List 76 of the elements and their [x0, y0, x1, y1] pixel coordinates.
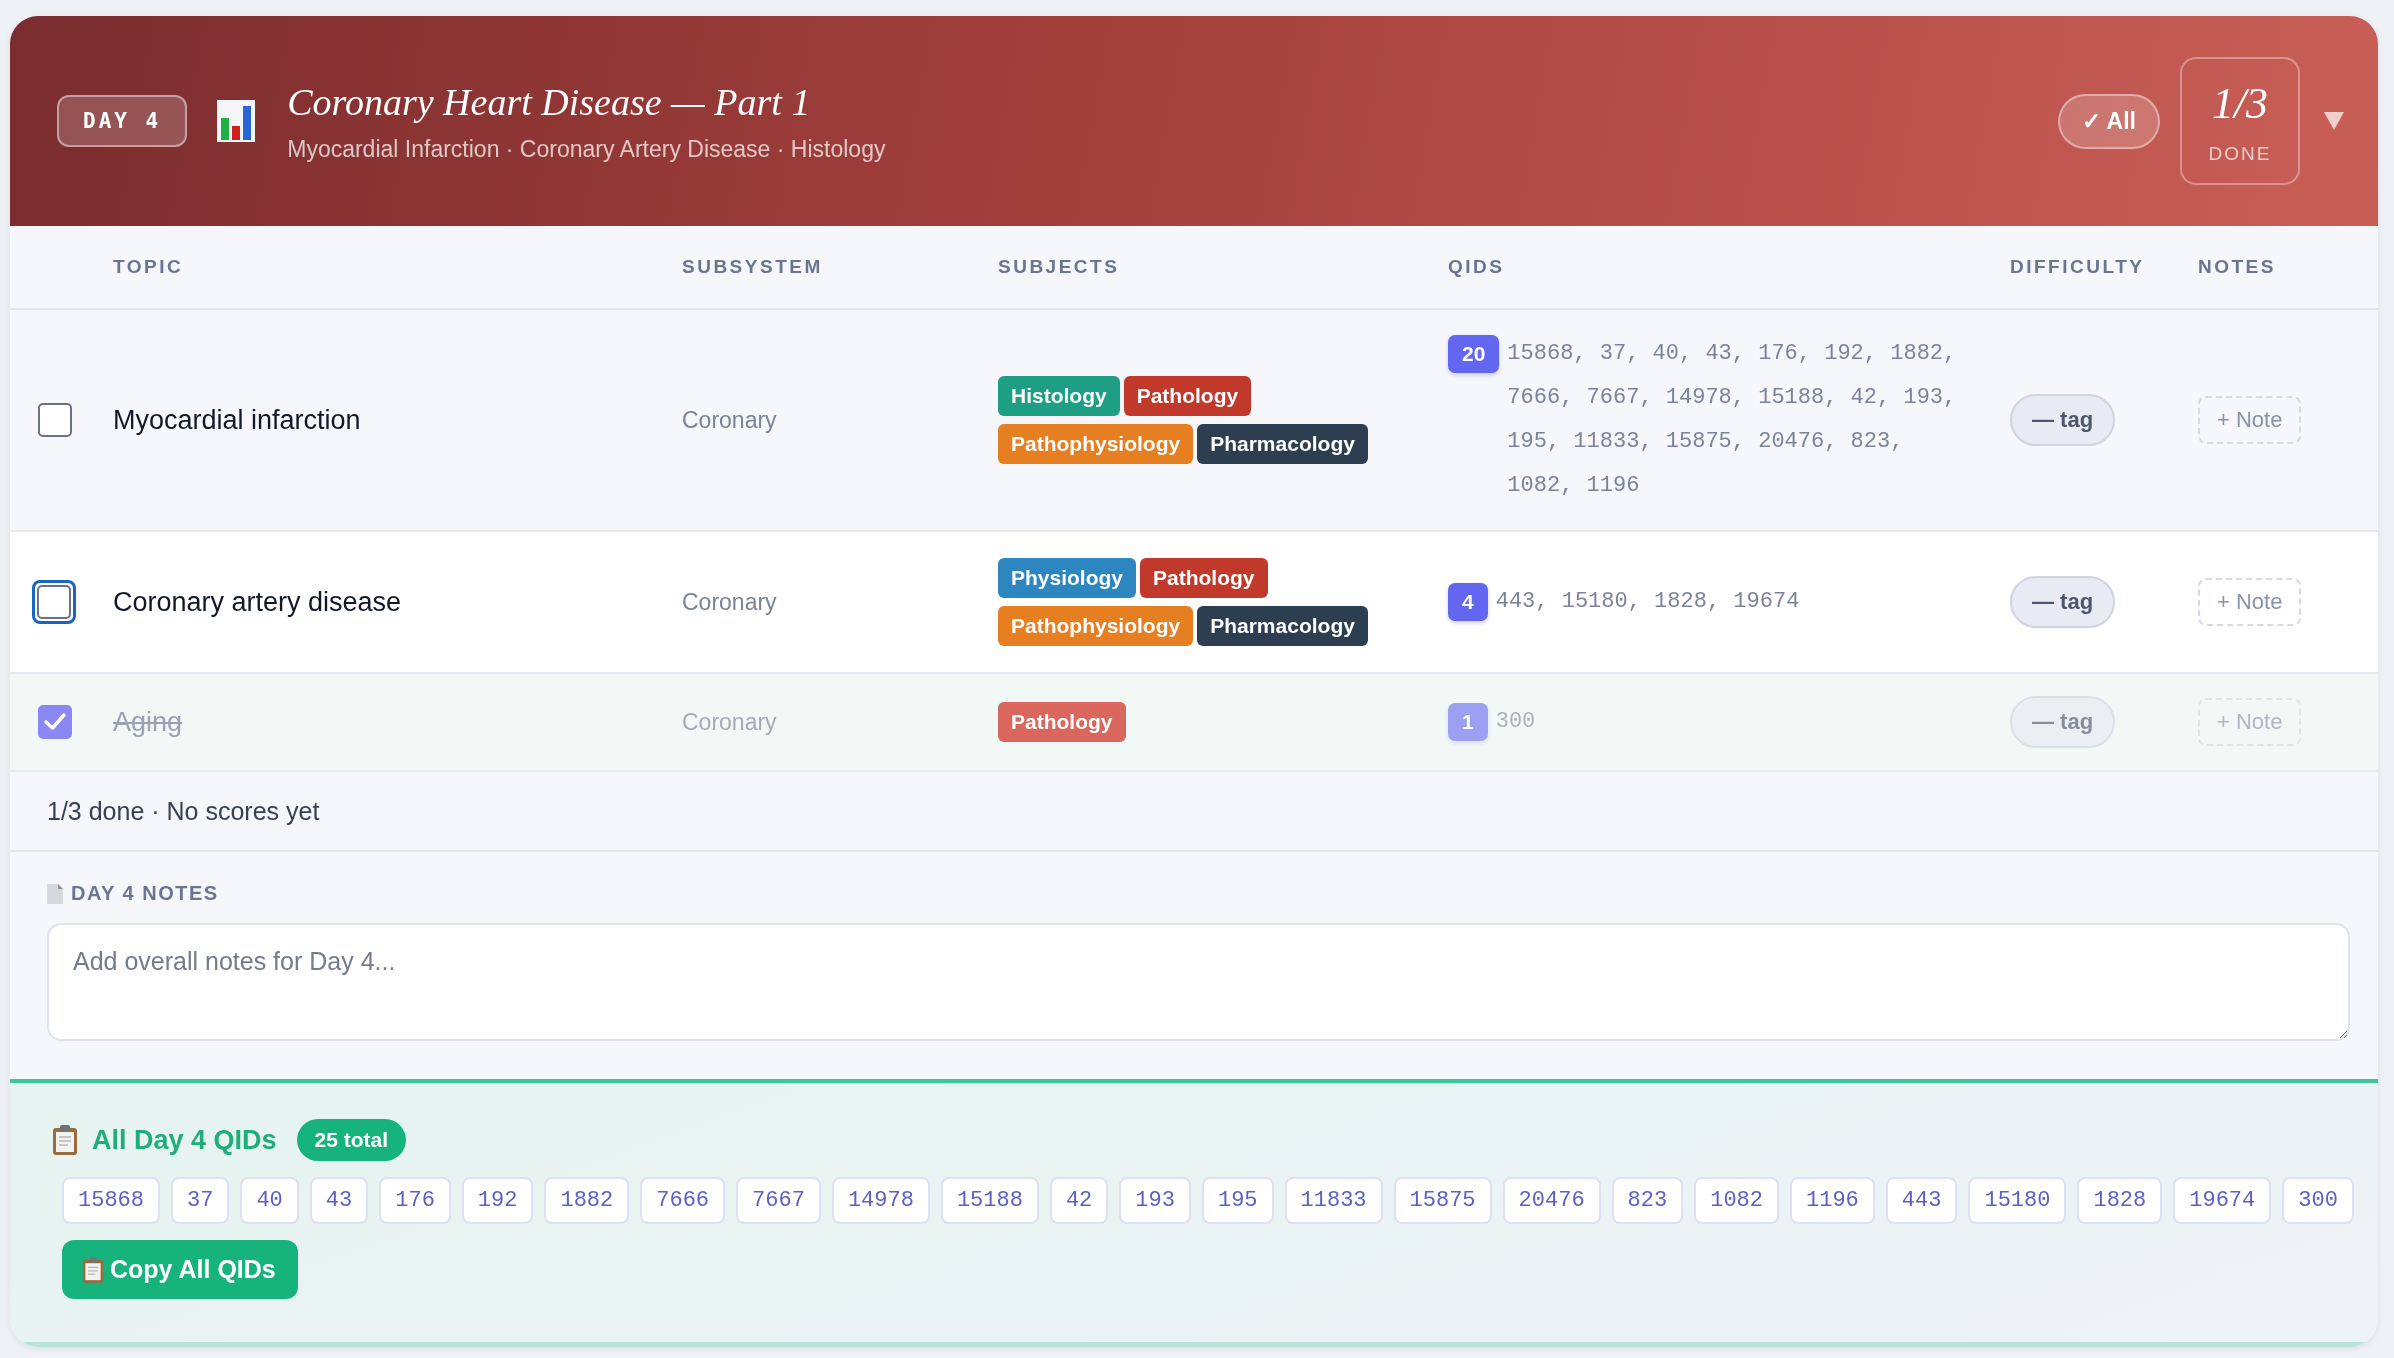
- copy-qids-button[interactable]: Copy All QIDs: [62, 1240, 298, 1299]
- qid-chip[interactable]: 15868: [62, 1177, 160, 1224]
- notes-heading: DAY 4 NOTES: [71, 882, 219, 905]
- qid-chip[interactable]: 37: [171, 1177, 230, 1224]
- total-badge: 25 total: [296, 1119, 407, 1161]
- column-header: QIDS: [1448, 256, 1505, 278]
- qid-chip[interactable]: 7667: [736, 1177, 821, 1224]
- column-header: NOTES: [2198, 256, 2276, 278]
- qid-chip[interactable]: 443: [1885, 1177, 1958, 1224]
- qid-chip[interactable]: 195: [1201, 1177, 1274, 1224]
- topic-name: Aging: [113, 706, 183, 738]
- qid-count-badge: 4: [1448, 583, 1488, 621]
- qid-chip[interactable]: 176: [379, 1177, 451, 1224]
- subject-tag: Histology: [998, 376, 1120, 416]
- day-subtitle: Myocardial Infarction · Coronary Artery Disease · Histology: [287, 135, 887, 163]
- qid-chip[interactable]: 7666: [640, 1177, 726, 1224]
- column-header: SUBJECTS: [998, 256, 1120, 278]
- qid-list: 443, 15180, 1828, 19674: [1495, 580, 1951, 624]
- qids-heading: All Day 4 QIDs: [92, 1124, 277, 1156]
- subsystem-text: Coronary: [682, 588, 777, 616]
- subject-tag: Physiology: [998, 558, 1137, 598]
- qid-chip[interactable]: 15875: [1393, 1177, 1492, 1224]
- day-title: Coronary Heart Disease — Part 1: [287, 79, 812, 124]
- notes-field[interactable]: Add overall notes for Day 4...: [47, 923, 2350, 1041]
- topic-name: Coronary artery disease: [113, 586, 402, 618]
- qid-list: 15868, 37, 40, 43, 176, 192, 1882, 7666, 7667, 14978, 15188, 42, 193, 195, 11833, 15875, 20476, 823, 1082, 1196: [1507, 332, 1963, 508]
- checkbox[interactable]: [38, 403, 72, 437]
- qid-chip[interactable]: 15180: [1968, 1177, 2067, 1224]
- qid-count-badge: 1: [1448, 703, 1488, 741]
- clipboard-icon: [52, 1125, 78, 1155]
- add-note-button[interactable]: + Note: [2198, 396, 2302, 444]
- qid-list: 300: [1495, 700, 1951, 744]
- qid-chip[interactable]: 193: [1119, 1177, 1191, 1224]
- qid-chip[interactable]: 19674: [2173, 1177, 2272, 1224]
- topic-name: Myocardial infarction: [113, 404, 361, 436]
- difficulty-tag-button[interactable]: — tag: [2010, 576, 2116, 628]
- qid-chip[interactable]: 11833: [1284, 1177, 1383, 1224]
- subject-tag: Pathology: [998, 702, 1126, 742]
- qid-chip[interactable]: 14978: [831, 1177, 930, 1224]
- difficulty-tag-button[interactable]: — tag: [2010, 696, 2116, 748]
- subsystem-text: Coronary: [682, 406, 777, 434]
- subject-tag: Pathophysiology: [998, 424, 1194, 464]
- qid-chip[interactable]: 42: [1049, 1177, 1109, 1224]
- qid-chip[interactable]: 1882: [544, 1177, 630, 1224]
- qid-count-badge: 20: [1448, 335, 1500, 373]
- subject-tag: Pharmacology: [1197, 424, 1368, 464]
- subsystem-text: Coronary: [682, 708, 777, 736]
- qid-chip[interactable]: 823: [1611, 1177, 1684, 1224]
- qid-chip[interactable]: 20476: [1502, 1177, 1601, 1224]
- subject-tag: Pharmacology: [1197, 606, 1368, 646]
- bar-chart-icon: [217, 100, 256, 142]
- qid-chip[interactable]: 300: [2282, 1177, 2354, 1224]
- column-header: TOPIC: [113, 256, 184, 278]
- qid-chip[interactable]: 192: [461, 1177, 534, 1224]
- subject-tag: Pathology: [1123, 376, 1252, 416]
- add-note-button[interactable]: + Note: [2198, 578, 2302, 626]
- checkmark-icon: [43, 712, 67, 732]
- page-icon: [47, 883, 63, 904]
- mark-all-button[interactable]: ✓ All: [2058, 93, 2160, 149]
- qid-chip[interactable]: 43: [309, 1177, 369, 1224]
- column-header: DIFFICULTY: [2010, 256, 2145, 278]
- qid-chip[interactable]: 1196: [1790, 1177, 1875, 1224]
- subject-tag: Pathophysiology: [998, 606, 1194, 646]
- difficulty-tag-button[interactable]: — tag: [2010, 394, 2116, 446]
- qid-chip[interactable]: 1082: [1694, 1177, 1779, 1224]
- day-badge: DAY 4: [57, 95, 188, 147]
- qid-chip[interactable]: 40: [240, 1177, 299, 1224]
- subject-tag: Pathology: [1140, 558, 1268, 598]
- qid-chip[interactable]: 15188: [940, 1177, 1039, 1224]
- qid-chip[interactable]: 1828: [2077, 1177, 2163, 1224]
- progress-box: 1/3 DONE: [2180, 57, 2300, 185]
- progress-summary: 1/3 done · No scores yet: [47, 796, 320, 826]
- caret-icon[interactable]: [2324, 112, 2344, 130]
- column-header: SUBSYSTEM: [682, 256, 823, 278]
- clipboard-icon: [82, 1256, 104, 1283]
- checkbox[interactable]: [38, 705, 72, 739]
